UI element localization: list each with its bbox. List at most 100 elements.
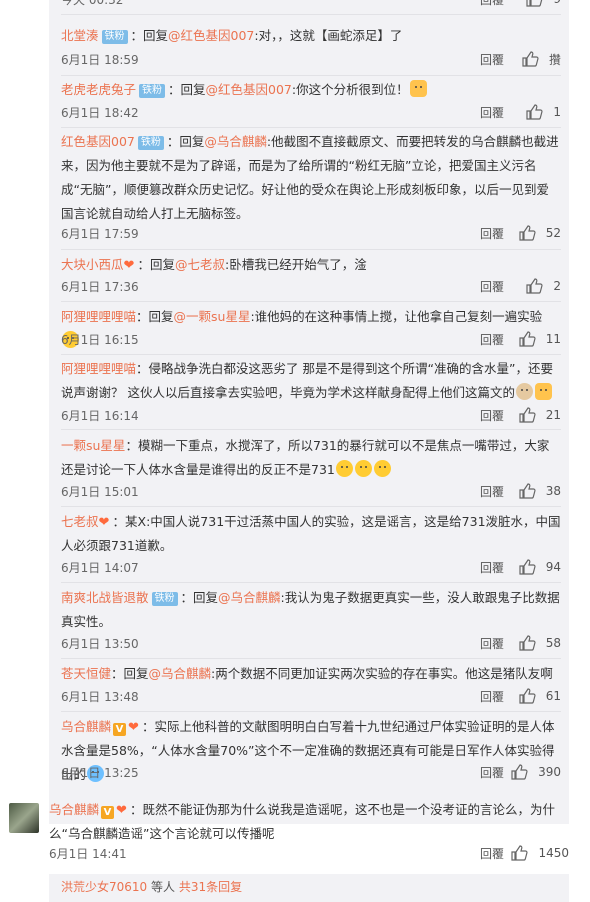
like-button[interactable]: 1450 bbox=[510, 844, 569, 862]
reply-author[interactable]: 七老叔 bbox=[61, 514, 99, 529]
reply-text: :你这个分析很到位！ bbox=[291, 82, 409, 97]
reply-author[interactable]: 红色基因007 bbox=[61, 134, 135, 149]
reply-time: 6月1日 17:59 bbox=[61, 227, 139, 241]
divider bbox=[61, 249, 561, 250]
like-button[interactable]: 390 bbox=[510, 763, 561, 781]
reply-button[interactable]: 回覆 bbox=[480, 845, 504, 862]
reply-item: 南爽北战皆退散 铁粉 ：回复@乌合麒麟:我认为鬼子数据更真实一些，没人敢跟鬼子比数据… bbox=[61, 586, 561, 634]
crying-emoji-icon bbox=[335, 460, 353, 477]
reply-button[interactable]: 回覆 bbox=[480, 407, 504, 424]
like-button[interactable]: 11 bbox=[518, 330, 561, 348]
reply-prefix: ：回复 bbox=[137, 257, 176, 272]
reply-author[interactable]: 阿狸哩哩哩喵 bbox=[61, 309, 136, 324]
reply-item: 北堂湊 铁粉 ：回复@红色基因007:对，，这就【画蛇添足】了 bbox=[61, 24, 561, 48]
reply-meta: 6月1日 17:59 回覆 52 bbox=[61, 225, 561, 243]
reply-time: 6月1日 13:48 bbox=[61, 690, 139, 704]
reply-button[interactable]: 回覆 bbox=[480, 635, 504, 652]
thumbs-up-emoji-icon bbox=[409, 80, 427, 97]
thumbs-up-emoji-icon bbox=[534, 383, 552, 400]
reply-button[interactable]: 回覆 bbox=[480, 225, 504, 242]
reply-author[interactable]: 一颗su星星 bbox=[61, 438, 125, 453]
reply-author[interactable]: 北堂湊 bbox=[61, 28, 99, 43]
reply-meta: 6月1日 13:50 回覆 58 bbox=[61, 635, 561, 653]
thumbs-up-icon bbox=[511, 764, 528, 780]
like-button[interactable]: 38 bbox=[518, 482, 561, 500]
reply-time: 6月1日 18:42 bbox=[61, 106, 139, 120]
reply-author[interactable]: 乌合麒麟 bbox=[61, 719, 111, 734]
reply-button[interactable]: 回覆 bbox=[480, 278, 504, 295]
reply-author[interactable]: 阿狸哩哩哩喵 bbox=[61, 361, 136, 376]
avatar[interactable] bbox=[9, 803, 39, 833]
comment-time: 6月1日 14:41 bbox=[49, 847, 127, 861]
reply-meta: 6月1日 18:42 回覆 1 bbox=[61, 104, 561, 122]
more-replies-link[interactable]: 共31条回复 bbox=[179, 880, 242, 894]
reply-prefix: ：回复 bbox=[168, 82, 206, 97]
mention-link[interactable]: @乌合麒麟 bbox=[218, 590, 281, 605]
like-button[interactable]: 2 bbox=[525, 277, 561, 295]
reply-text: :谁他妈的在这种事情上搅，让他拿自己复刻一遍实验 bbox=[250, 309, 543, 324]
divider bbox=[61, 506, 561, 507]
reply-author[interactable]: 大块小西瓜 bbox=[61, 257, 124, 272]
reply-item: 老虎老虎兔子 铁粉 ：回复@红色基因007:你这个分析很到位！ bbox=[61, 78, 561, 102]
mention-link[interactable]: @红色基因007 bbox=[206, 82, 292, 97]
verified-v-icon: V bbox=[113, 723, 127, 736]
divider bbox=[61, 354, 561, 355]
verified-v-icon: V bbox=[101, 806, 115, 819]
mention-link[interactable]: @七老叔 bbox=[175, 257, 225, 272]
like-count: 攢 bbox=[548, 52, 561, 67]
reply-time: 6月1日 16:15 bbox=[61, 333, 139, 347]
footer-user-link[interactable]: 洪荒少女70610 bbox=[61, 880, 147, 894]
like-button[interactable]: 94 bbox=[518, 558, 561, 576]
thumbs-up-icon bbox=[511, 845, 529, 861]
like-button[interactable]: 1 bbox=[525, 103, 561, 121]
like-button[interactable]: 9 bbox=[525, 0, 561, 8]
thumbs-up-icon bbox=[526, 0, 543, 7]
reply-prefix: ：回复 bbox=[136, 309, 174, 324]
reply-author[interactable]: 老虎老虎兔子 bbox=[61, 82, 136, 97]
comment-author[interactable]: 乌合麒麟 bbox=[49, 802, 99, 817]
thumbs-up-icon bbox=[519, 407, 536, 423]
like-button[interactable]: 攢 bbox=[521, 50, 561, 68]
reply-button[interactable]: 回覆 bbox=[480, 104, 504, 121]
heart-badge-icon: ❤ bbox=[116, 803, 127, 818]
reply-text: :卧槽我已经开始气了，淦 bbox=[225, 257, 367, 272]
reply-text: :两个数据不同更加证实两次实验的存在事实。他这是猪队友啊 bbox=[211, 666, 553, 681]
reply-prefix: ：回复 bbox=[111, 666, 149, 681]
reply-button[interactable]: 回覆 bbox=[480, 0, 504, 8]
like-count: 52 bbox=[545, 226, 561, 240]
fan-badge: 铁粉 bbox=[137, 136, 164, 150]
reply-button[interactable]: 回覆 bbox=[480, 559, 504, 576]
reply-prefix: ：回复 bbox=[180, 590, 219, 605]
reply-button[interactable]: 回覆 bbox=[480, 764, 504, 781]
reply-time: 6月1日 14:07 bbox=[61, 561, 139, 575]
reply-button[interactable]: 回覆 bbox=[480, 331, 504, 348]
thumbs-up-icon bbox=[522, 51, 539, 67]
comment-meta: 6月1日 14:41 回覆 1450 bbox=[49, 845, 569, 863]
mention-link[interactable]: @乌合麒麟 bbox=[149, 666, 212, 681]
reply-button[interactable]: 回覆 bbox=[480, 688, 504, 705]
like-button[interactable]: 21 bbox=[518, 406, 561, 424]
reply-text: :他截图不直接截原文、而要把转发的乌合麒麟也截进来，因为他主要就不是为了辟谣，而… bbox=[61, 134, 559, 221]
reply-prefix: ：回复 bbox=[130, 28, 169, 43]
thumbs-up-icon bbox=[519, 225, 536, 241]
reply-author[interactable]: 苍天恒健 bbox=[61, 666, 111, 681]
divider bbox=[61, 14, 561, 15]
divider bbox=[61, 582, 561, 583]
mention-link[interactable]: @红色基因007 bbox=[168, 28, 254, 43]
reply-item: 红色基因007 铁粉 ：回复@乌合麒麟:他截图不直接截原文、而要把转发的乌合麒麟也截… bbox=[61, 130, 561, 226]
reply-time: 6月1日 13:50 bbox=[61, 637, 139, 651]
reply-text: :对，，这就【画蛇添足】了 bbox=[254, 28, 403, 43]
more-replies-bar: 洪荒少女70610 等人 共31条回复 bbox=[49, 874, 569, 902]
reply-button[interactable]: 回覆 bbox=[480, 483, 504, 500]
like-count: 11 bbox=[545, 332, 561, 346]
like-button[interactable]: 52 bbox=[518, 224, 561, 242]
comment-prefix: ： bbox=[130, 802, 143, 817]
reply-prefix: ： bbox=[136, 361, 149, 376]
mention-link[interactable]: @乌合麒麟 bbox=[204, 134, 267, 149]
like-button[interactable]: 61 bbox=[518, 687, 561, 705]
reply-button[interactable]: 回覆 bbox=[480, 51, 504, 68]
like-count: 1450 bbox=[538, 846, 569, 860]
like-button[interactable]: 58 bbox=[518, 634, 561, 652]
mention-link[interactable]: @一颗su星星 bbox=[174, 309, 251, 324]
reply-author[interactable]: 南爽北战皆退散 bbox=[61, 590, 149, 605]
